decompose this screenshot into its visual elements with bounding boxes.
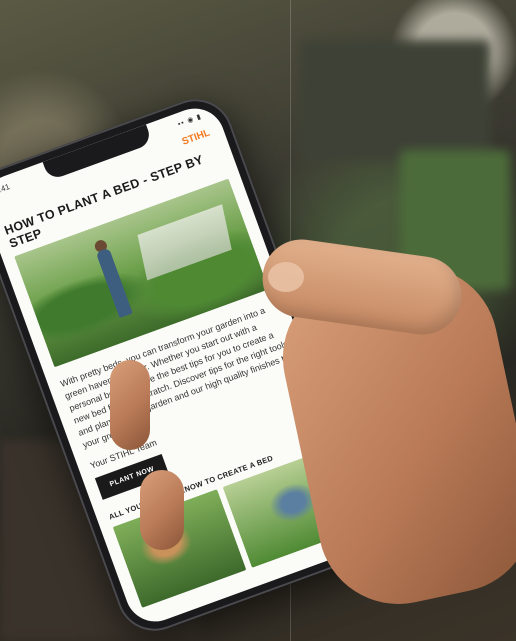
hand-finger: [110, 360, 150, 450]
gardener-figure: [95, 247, 133, 319]
status-time: 9:41: [0, 181, 11, 196]
background-crate: [300, 40, 490, 160]
thumb-nail: [268, 262, 304, 292]
greenhouse-shape: [137, 204, 232, 281]
hand-finger: [140, 470, 184, 550]
signal-icon: ▪▪ ◉ ▮: [177, 113, 203, 129]
